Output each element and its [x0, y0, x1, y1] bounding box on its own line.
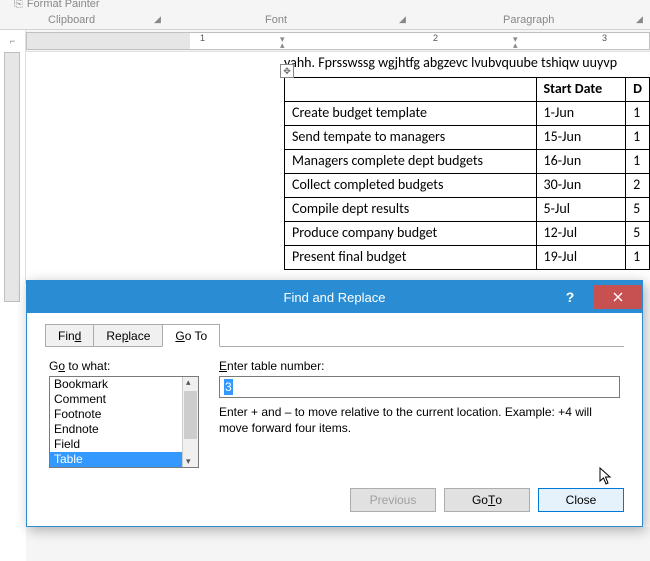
enter-number-label: Enter table number: [219, 359, 620, 373]
cell-start[interactable]: 5-Jul [536, 198, 626, 222]
list-item[interactable]: Bookmark [50, 377, 182, 392]
format-painter-button[interactable]: Format Painter [14, 0, 100, 11]
tab-find[interactable]: Find [45, 324, 94, 347]
list-item[interactable]: Table [50, 452, 182, 467]
table-row[interactable]: Send tempate to managers15-Jun1 [285, 126, 650, 150]
table-row[interactable]: Create budget template1-Jun1 [285, 102, 650, 126]
table-header [285, 78, 537, 102]
tab-selector[interactable]: ⌐ [0, 30, 26, 52]
cell-start[interactable]: 30-Jun [536, 174, 626, 198]
ribbon-group-font: Font [265, 14, 287, 26]
table-row[interactable]: Managers complete dept budgets16-Jun1 [285, 150, 650, 174]
cell-start[interactable]: 12-Jul [536, 222, 626, 246]
tab-replace[interactable]: Replace [93, 324, 163, 347]
cell-start[interactable]: 16-Jun [536, 150, 626, 174]
table-row[interactable]: Compile dept results5-Jul5 [285, 198, 650, 222]
ribbon-group-paragraph: Paragraph [503, 14, 554, 26]
ruler-mark: 2 [433, 33, 438, 43]
cell-start[interactable]: 19-Jul [536, 246, 626, 270]
table-number-input[interactable]: 3 [219, 376, 620, 398]
goto-what-label: Go to what: [49, 359, 199, 373]
table-row[interactable]: Collect completed budgets30-Jun2 [285, 174, 650, 198]
dialog-launcher-icon[interactable]: ◢ [636, 14, 643, 25]
scroll-thumb[interactable] [184, 391, 197, 439]
cell-d[interactable]: 5 [626, 222, 650, 246]
cell-task[interactable]: Compile dept results [285, 198, 537, 222]
table-header-row: Start Date D [285, 78, 650, 102]
table-move-handle-icon[interactable]: ✥ [280, 64, 294, 78]
horizontal-ruler[interactable]: ⌐ 1 ▾ ▴ 2 ▾ ▴ 3 [0, 30, 650, 52]
cell-task[interactable]: Managers complete dept budgets [285, 150, 537, 174]
table-header: Start Date [536, 78, 626, 102]
cell-start[interactable]: 1-Jun [536, 102, 626, 126]
close-icon [613, 292, 623, 302]
cell-task[interactable]: Collect completed budgets [285, 174, 537, 198]
dialog-launcher-icon[interactable]: ◢ [399, 14, 406, 25]
tab-goto[interactable]: Go To [162, 324, 220, 347]
dialog-titlebar[interactable]: Find and Replace ? [27, 281, 642, 313]
table-header: D [626, 78, 650, 102]
list-item[interactable]: Field [50, 437, 182, 452]
cell-task[interactable]: Produce company budget [285, 222, 537, 246]
cell-task[interactable]: Send tempate to managers [285, 126, 537, 150]
ruler-mark: 1 [200, 33, 205, 43]
ribbon: Format Painter Clipboard ◢ Font ◢ Paragr… [0, 0, 650, 30]
table-row[interactable]: Present final budget19-Jul1 [285, 246, 650, 270]
dialog-tabs: Find Replace Go To [45, 323, 624, 347]
body-text: yahh. Fprsswssg wgjhtfg abgzevc lvubvquu… [284, 54, 650, 71]
ruler-mark: 3 [602, 33, 607, 43]
close-button[interactable] [594, 285, 642, 309]
cell-d[interactable]: 1 [626, 126, 650, 150]
cell-d[interactable]: 5 [626, 198, 650, 222]
scrollbar[interactable] [182, 377, 198, 467]
goto-button[interactable]: Go To [444, 488, 530, 512]
list-item[interactable]: Footnote [50, 407, 182, 422]
goto-hint-text: Enter + and – to move relative to the cu… [219, 404, 620, 436]
ribbon-group-clipboard: Clipboard [48, 14, 95, 26]
cell-d[interactable]: 1 [626, 150, 650, 174]
document-table[interactable]: Start Date D Create budget template1-Jun… [284, 77, 650, 270]
table-row[interactable]: Produce company budget12-Jul5 [285, 222, 650, 246]
close-dialog-button[interactable]: Close [538, 488, 624, 512]
previous-button: Previous [350, 488, 436, 512]
cell-d[interactable]: 2 [626, 174, 650, 198]
cell-start[interactable]: 15-Jun [536, 126, 626, 150]
list-item[interactable]: Endnote [50, 422, 182, 437]
list-item[interactable]: Comment [50, 392, 182, 407]
background-strip [26, 527, 650, 561]
cell-task[interactable]: Present final budget [285, 246, 537, 270]
goto-what-listbox[interactable]: BookmarkCommentFootnoteEndnoteFieldTable [49, 376, 199, 468]
cell-d[interactable]: 1 [626, 102, 650, 126]
dialog-launcher-icon[interactable]: ◢ [154, 14, 161, 25]
cell-task[interactable]: Create budget template [285, 102, 537, 126]
document-canvas[interactable]: yahh. Fprsswssg wgjhtfg abgzevc lvubvquu… [26, 52, 650, 284]
help-button[interactable]: ? [550, 289, 590, 305]
vertical-ruler[interactable] [0, 52, 26, 284]
find-replace-dialog: Find and Replace ? Find Replace Go To Go… [26, 280, 643, 527]
cell-d[interactable]: 1 [626, 246, 650, 270]
